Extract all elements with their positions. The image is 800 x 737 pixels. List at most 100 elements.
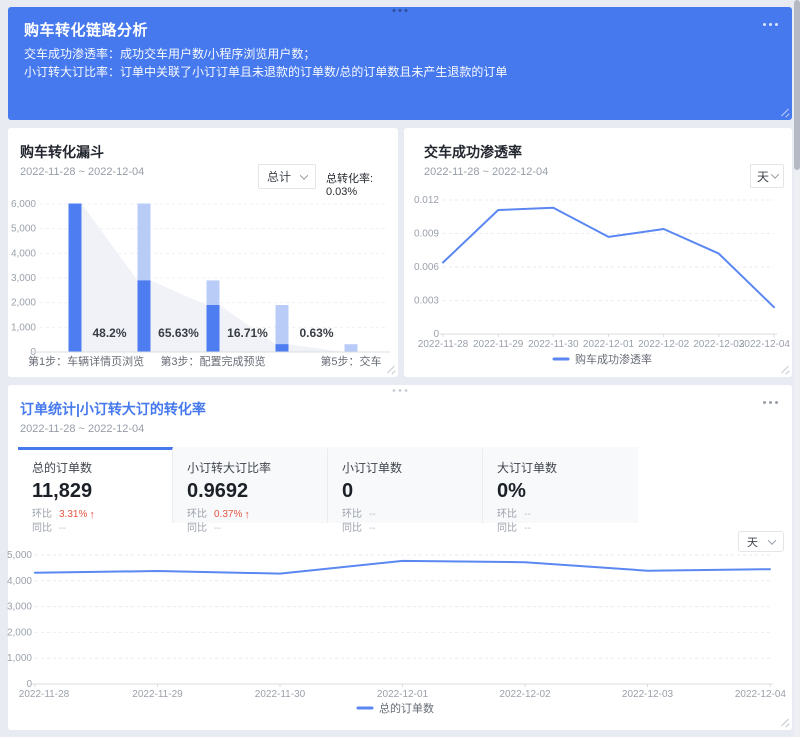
funnel-date-range: 2022-11-28 ~ 2022-12-04	[20, 166, 144, 178]
metric-label: 总的订单数	[32, 459, 158, 476]
yoy-row: 同比 --	[187, 522, 313, 536]
metric-card-small-to-big-rate[interactable]: 小订转大订比率 0.9692 环比 0.37% ↑ 同比 --	[173, 447, 328, 523]
svg-text:2022-12-01: 2022-12-01	[377, 689, 429, 700]
more-icon[interactable]	[763, 23, 778, 26]
svg-text:2022-12-04: 2022-12-04	[739, 339, 791, 350]
svg-text:4,000: 4,000	[7, 576, 32, 587]
svg-text:0.006: 0.006	[414, 262, 439, 273]
metric-value: 11,829	[32, 480, 158, 503]
svg-text:2022-11-29: 2022-11-29	[473, 339, 524, 350]
scrollbar-thumb[interactable]	[794, 0, 800, 170]
orders-line-chart: 01,0002,0003,0004,0005,0002022-11-282022…	[12, 548, 788, 724]
yoy-row: 同比 --	[497, 522, 624, 536]
funnel-scope-select[interactable]: 总计	[258, 164, 316, 189]
svg-text:0.63%: 0.63%	[299, 326, 333, 340]
svg-text:5,000: 5,000	[11, 224, 36, 235]
penetration-line-chart: 00.0030.0060.0090.0122022-11-282022-11-2…	[418, 188, 782, 376]
yoy-value: --	[369, 522, 376, 536]
penetration-granularity-value: 天	[757, 168, 769, 185]
svg-text:2022-11-30: 2022-11-30	[255, 689, 306, 700]
svg-text:2,000: 2,000	[11, 298, 36, 309]
svg-text:2022-11-28: 2022-11-28	[19, 689, 70, 700]
banner-description-line2: 小订转大订比率：订单中关联了小订订单且未退款的订单数/总的订单数且未产生退款的订…	[24, 63, 507, 80]
page-title: 购车转化链路分析	[24, 19, 148, 40]
funnel-panel: 购车转化漏斗 2022-11-28 ~ 2022-12-04 总计 总转化率: …	[8, 128, 398, 377]
penetration-panel: 交车成功渗透率 2022-11-28 ~ 2022-12-04 天 00.003…	[404, 128, 792, 377]
svg-text:0.003: 0.003	[414, 296, 439, 307]
yoy-value: --	[214, 522, 221, 536]
svg-text:第3步：配置完成预览: 第3步：配置完成预览	[160, 354, 265, 368]
more-icon[interactable]	[763, 401, 778, 404]
orders-date-range: 2022-11-28 ~ 2022-12-04	[20, 423, 144, 435]
svg-text:购车成功渗透率: 购车成功渗透率	[575, 352, 652, 366]
mom-value: --	[524, 508, 531, 522]
svg-text:6,000: 6,000	[11, 199, 36, 210]
mom-value: --	[369, 508, 376, 522]
svg-text:2022-12-03: 2022-12-03	[693, 339, 745, 350]
banner-description-line1: 交车成功渗透率：成功交车用户数/小程序浏览用户数；	[24, 45, 315, 62]
svg-text:65.63%: 65.63%	[158, 326, 199, 340]
metric-card-big-orders[interactable]: 大订订单数 0% 环比 -- 同比 --	[483, 447, 638, 523]
chevron-down-icon	[768, 536, 776, 544]
penetration-granularity-select[interactable]: 天	[750, 164, 784, 188]
header-banner-card: 购车转化链路分析 交车成功渗透率：成功交车用户数/小程序浏览用户数； 小订转大订…	[8, 7, 792, 120]
svg-text:0.009: 0.009	[414, 229, 439, 240]
yoy-row: 同比 --	[342, 522, 468, 536]
svg-text:5,000: 5,000	[7, 550, 32, 561]
mom-row: 环比 --	[497, 508, 624, 522]
metric-card-total-orders[interactable]: 总的订单数 11,829 环比 3.31% ↑ 同比 --	[18, 447, 173, 523]
arrow-up-icon: ↑	[244, 508, 250, 522]
svg-text:0.012: 0.012	[414, 195, 439, 206]
dashboard-page: 购车转化链路分析 交车成功渗透率：成功交车用户数/小程序浏览用户数； 小订转大订…	[0, 0, 800, 737]
chevron-down-icon	[771, 170, 779, 178]
mom-value: 0.37%	[214, 508, 242, 522]
metric-label: 小订订单数	[342, 459, 468, 476]
svg-text:2022-11-29: 2022-11-29	[132, 689, 183, 700]
svg-text:4,000: 4,000	[11, 248, 36, 259]
svg-text:1,000: 1,000	[7, 653, 32, 664]
orders-panel-title: 订单统计|小订转大订的转化率	[20, 399, 206, 419]
svg-text:3,000: 3,000	[7, 602, 32, 613]
scrollbar-track[interactable]	[794, 0, 800, 737]
funnel-panel-title: 购车转化漏斗	[20, 142, 104, 162]
metric-value: 0.9692	[187, 480, 313, 503]
yoy-row: 同比 --	[32, 522, 158, 536]
funnel-scope-value: 总计	[267, 168, 291, 185]
svg-text:2022-11-30: 2022-11-30	[528, 339, 579, 350]
mom-row: 环比 0.37% ↑	[187, 508, 313, 522]
yoy-value: --	[59, 522, 66, 536]
drag-handle-icon[interactable]	[393, 389, 408, 392]
svg-text:3,000: 3,000	[11, 273, 36, 284]
svg-text:2022-12-03: 2022-12-03	[622, 689, 674, 700]
svg-text:2022-12-04: 2022-12-04	[735, 689, 787, 700]
mom-value: 3.31%	[59, 508, 87, 522]
drag-handle-icon[interactable]	[393, 9, 408, 12]
svg-text:2022-12-02: 2022-12-02	[499, 689, 551, 700]
resize-handle-icon[interactable]	[779, 107, 789, 117]
chevron-down-icon	[300, 171, 308, 179]
svg-text:总的订单数: 总的订单数	[379, 701, 434, 715]
metric-value: 0%	[497, 480, 624, 503]
resize-handle-icon[interactable]	[385, 364, 395, 374]
penetration-panel-title: 交车成功渗透率	[424, 142, 522, 162]
resize-handle-icon[interactable]	[779, 364, 789, 374]
svg-text:2022-12-02: 2022-12-02	[638, 339, 690, 350]
metric-label: 小订转大订比率	[187, 459, 313, 476]
arrow-up-icon: ↑	[89, 508, 95, 522]
orders-panel: 订单统计|小订转大订的转化率 2022-11-28 ~ 2022-12-04 总…	[8, 385, 792, 730]
metric-card-small-orders[interactable]: 小订订单数 0 环比 -- 同比 --	[328, 447, 483, 523]
svg-text:1,000: 1,000	[11, 322, 36, 333]
svg-text:第1步：车辆详情页浏览: 第1步：车辆详情页浏览	[28, 354, 144, 368]
svg-text:2022-12-01: 2022-12-01	[583, 339, 635, 350]
metric-label: 大订订单数	[497, 459, 624, 476]
metric-value: 0	[342, 480, 468, 503]
resize-handle-icon[interactable]	[779, 717, 789, 727]
svg-text:第5步：交车: 第5步：交车	[320, 354, 381, 368]
metric-cards: 总的订单数 11,829 环比 3.31% ↑ 同比 -- 小订转大订比率 0.…	[18, 447, 638, 523]
funnel-chart: 01,0002,0003,0004,0005,0006,00048.2%65.6…	[12, 192, 394, 372]
mom-row: 环比 3.31% ↑	[32, 508, 158, 522]
svg-text:2,000: 2,000	[7, 627, 32, 638]
svg-text:48.2%: 48.2%	[92, 326, 126, 340]
svg-text:16.71%: 16.71%	[227, 326, 268, 340]
svg-text:2022-11-28: 2022-11-28	[418, 339, 469, 350]
